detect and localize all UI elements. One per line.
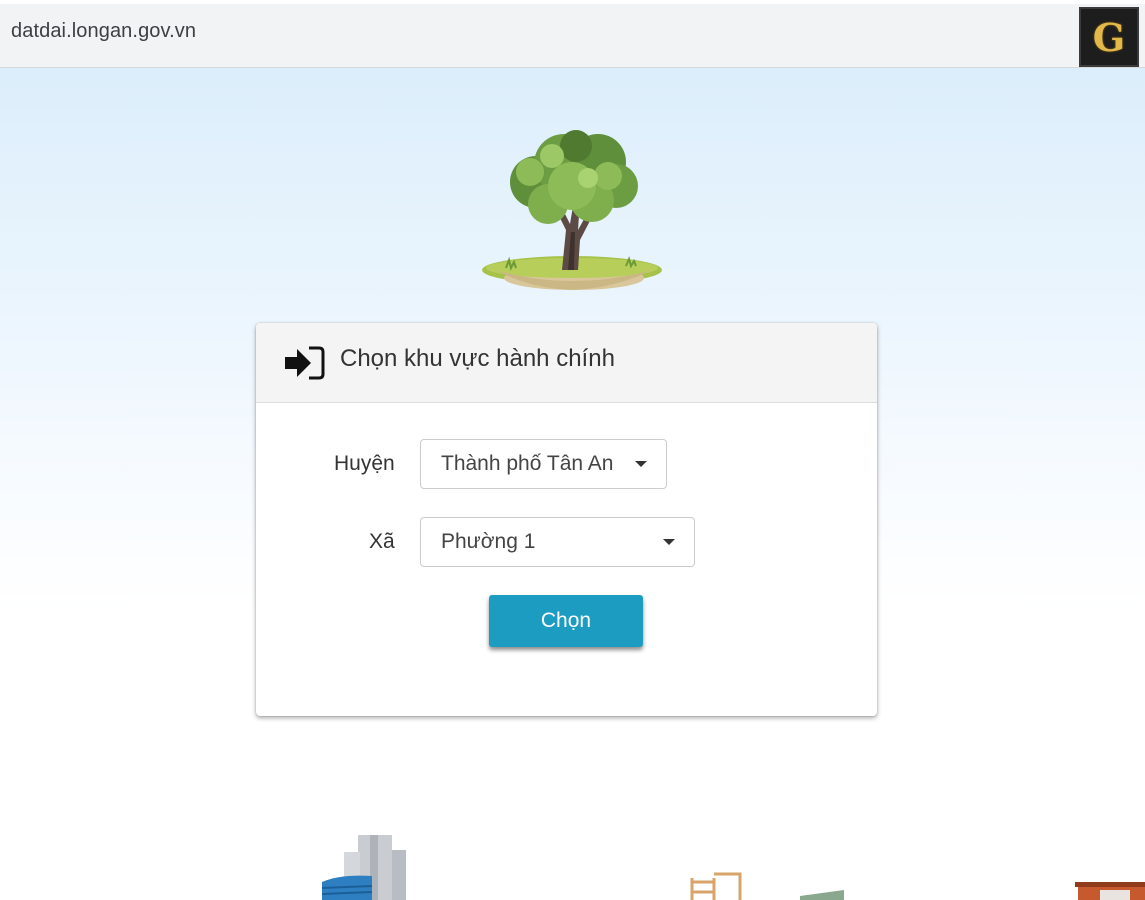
- browser-address-bar: datdai.longan.gov.vn G: [0, 0, 1145, 68]
- ward-label: Xã: [369, 530, 395, 553]
- region-select-card: Chọn khu vực hành chính Huyện Thành phố …: [256, 323, 877, 716]
- district-select[interactable]: Thành phố Tân An: [420, 439, 667, 489]
- district-label: Huyện: [334, 452, 395, 475]
- ward-select-value: Phường 1: [441, 530, 536, 553]
- extension-icon[interactable]: G: [1079, 7, 1139, 67]
- district-select-value: Thành phố Tân An: [441, 452, 614, 475]
- tree-illustration: [482, 130, 662, 290]
- ward-select[interactable]: Phường 1: [420, 517, 695, 567]
- chevron-down-icon: [635, 461, 647, 467]
- sign-in-icon: [285, 346, 325, 380]
- choose-button[interactable]: Chọn: [489, 595, 643, 647]
- card-title: Chọn khu vực hành chính: [340, 345, 615, 372]
- city-buildings-illustration: [321, 835, 1145, 900]
- card-header: Chọn khu vực hành chính: [256, 323, 877, 403]
- chevron-down-icon: [663, 539, 675, 545]
- url-field[interactable]: datdai.longan.gov.vn: [11, 20, 196, 43]
